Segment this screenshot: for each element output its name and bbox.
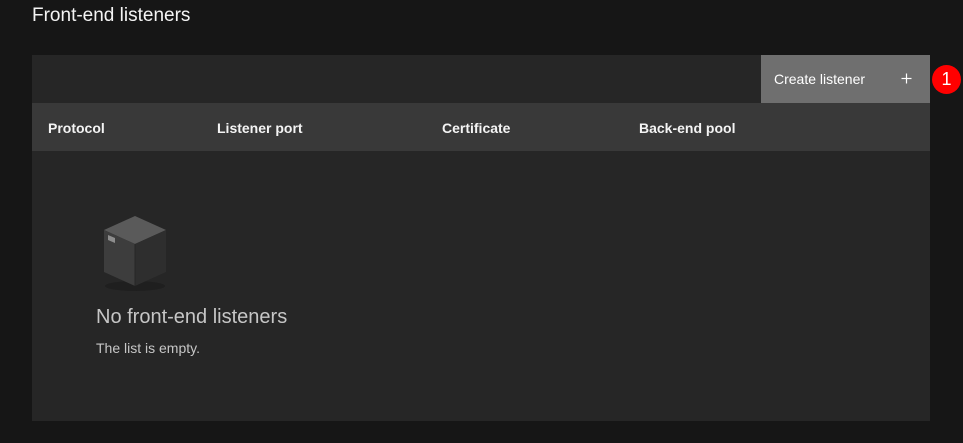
column-header-protocol: Protocol (48, 120, 105, 136)
listeners-table-panel: Create listener Protocol Listener port C… (32, 55, 930, 421)
create-listener-label: Create listener (774, 71, 866, 87)
empty-state-description: The list is empty. (96, 340, 200, 356)
step-number-badge: 1 (932, 65, 961, 94)
table-header: Protocol Listener port Certificate Back-… (32, 103, 930, 151)
section-title: Front-end listeners (32, 5, 191, 26)
create-listener-button[interactable]: Create listener (761, 55, 930, 103)
box-icon (104, 216, 166, 291)
column-header-back-end-pool: Back-end pool (639, 120, 736, 136)
plus-icon (901, 73, 912, 84)
column-header-listener-port: Listener port (217, 120, 303, 136)
column-header-certificate: Certificate (442, 120, 511, 136)
table-toolbar: Create listener (32, 55, 930, 103)
empty-state-title: No front-end listeners (96, 306, 288, 328)
